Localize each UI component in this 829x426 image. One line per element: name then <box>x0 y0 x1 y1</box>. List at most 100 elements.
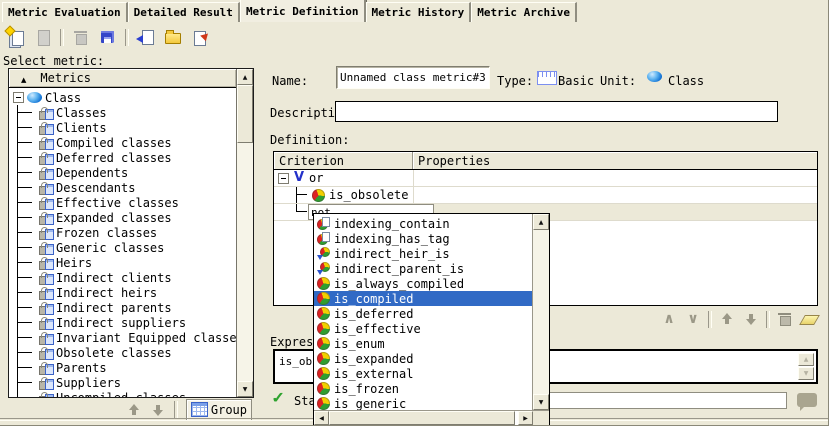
locked-metric-icon <box>39 316 54 329</box>
tree-scrollbar[interactable] <box>236 69 253 397</box>
criterion-option-label: indexing_has_tag <box>334 232 450 246</box>
move-down-icon[interactable] <box>742 310 760 328</box>
class-unit-icon <box>647 71 662 82</box>
criterion-option[interactable]: is_expanded <box>314 351 532 366</box>
scrollbar-thumb[interactable] <box>237 85 253 143</box>
dropdown-vscrollbar[interactable] <box>532 214 549 410</box>
move-up-icon[interactable] <box>718 310 736 328</box>
dropdown-hscrollbar[interactable] <box>314 411 533 425</box>
open-metric-file-icon[interactable] <box>163 27 183 47</box>
collapse-box-icon[interactable] <box>278 173 289 184</box>
criterion-row-is-obsolete[interactable]: is_obsolete <box>274 187 817 204</box>
group-grid-icon <box>191 402 208 417</box>
save-metric-icon[interactable] <box>98 27 118 47</box>
metric-tree-item[interactable]: Obsolete classes <box>9 345 236 360</box>
scroll-right-icon[interactable] <box>518 411 533 425</box>
metric-tree-root[interactable]: Class <box>9 90 236 105</box>
metric-tree-item[interactable]: Dependents <box>9 165 236 180</box>
metric-tree-item[interactable]: Compiled classes <box>9 135 236 150</box>
scrollbar-thumb[interactable] <box>329 411 515 425</box>
tab[interactable]: Metric Archive <box>471 2 577 22</box>
description-input[interactable] <box>335 101 778 122</box>
tab[interactable]: Metric History <box>366 2 472 22</box>
criterion-option[interactable]: is_external <box>314 366 532 381</box>
new-metric-icon[interactable] <box>6 27 26 47</box>
criterion-option-label: is_enum <box>334 337 385 351</box>
criterion-option[interactable]: is_generic <box>314 396 532 410</box>
metric-tree-item-label: Compiled classes <box>56 136 172 150</box>
scroll-down-icon[interactable] <box>237 381 253 397</box>
tab[interactable]: Metric Definition <box>240 0 366 22</box>
metric-tree-item[interactable]: Suppliers <box>9 375 236 390</box>
metric-tree-panel: Metrics Class Classes <box>8 68 254 398</box>
scroll-up-icon[interactable] <box>533 214 549 230</box>
scroll-left-icon[interactable] <box>314 411 329 425</box>
metric-tree-item[interactable]: Clients <box>9 120 236 135</box>
scrollbar-track[interactable] <box>237 143 253 381</box>
metric-tree-item[interactable]: Frozen classes <box>9 225 236 240</box>
criterion-option[interactable]: indexing_has_tag <box>314 231 532 246</box>
tab[interactable]: Detailed Result <box>128 2 240 22</box>
copy-metric-icon[interactable] <box>33 27 53 47</box>
scroll-down-icon[interactable] <box>798 367 814 380</box>
metric-tree-item[interactable]: Uncompiled classes <box>9 390 236 397</box>
metric-tree-item[interactable]: Indirect suppliers <box>9 315 236 330</box>
reload-definition-icon[interactable] <box>136 27 156 47</box>
collapse-box-icon[interactable] <box>13 92 24 103</box>
criterion-option[interactable]: indirect_heir_is <box>314 246 532 261</box>
locked-metric-icon <box>39 391 54 397</box>
criterion-row-label: or <box>309 171 323 185</box>
tab[interactable]: Metric Evaluation <box>2 2 128 22</box>
scroll-down-icon[interactable] <box>533 394 549 410</box>
metric-tree-item[interactable]: Generic classes <box>9 240 236 255</box>
metric-tree-item[interactable]: Deferred classes <box>9 150 236 165</box>
criterion-option[interactable]: is_enum <box>314 336 532 351</box>
erase-criterion-icon[interactable] <box>800 310 818 328</box>
or-criterion-icon[interactable] <box>684 310 702 328</box>
metric-tree-item[interactable]: Expanded classes <box>9 210 236 225</box>
tree-connector <box>9 210 39 225</box>
criterion-column-header[interactable]: Criterion <box>274 152 413 169</box>
metric-tree-item[interactable]: Descendants <box>9 180 236 195</box>
move-up-icon[interactable] <box>126 402 142 418</box>
metric-tree-item[interactable]: Heirs <box>9 255 236 270</box>
scrollbar-track[interactable] <box>533 230 549 394</box>
locked-metric-icon <box>39 331 54 344</box>
criterion-icon <box>317 352 330 365</box>
metric-tree-item-label: Indirect parents <box>56 301 172 315</box>
criterion-pie-icon <box>312 189 325 202</box>
metric-tree-item[interactable]: Classes <box>9 105 236 120</box>
criterion-icon <box>317 307 330 320</box>
delete-criterion-icon[interactable] <box>776 310 794 328</box>
criterion-option-label: is_external <box>334 367 413 381</box>
criterion-row-or[interactable]: or <box>274 170 817 187</box>
scroll-up-icon[interactable] <box>798 353 814 366</box>
criterion-option[interactable]: is_compiled <box>314 291 532 306</box>
metric-tree-item[interactable]: Invariant Equipped classes <box>9 330 236 345</box>
criterion-option[interactable]: is_frozen <box>314 381 532 396</box>
metric-tree-item[interactable]: Indirect heirs <box>9 285 236 300</box>
criterion-option[interactable]: is_effective <box>314 321 532 336</box>
scroll-up-icon[interactable] <box>237 69 253 85</box>
delete-metric-icon[interactable] <box>71 27 91 47</box>
metric-tree-item[interactable]: Indirect parents <box>9 300 236 315</box>
properties-column-header[interactable]: Properties <box>413 152 817 169</box>
import-metrics-icon[interactable] <box>190 27 210 47</box>
and-criterion-icon[interactable] <box>660 310 678 328</box>
metric-tree-item[interactable]: Indirect clients <box>9 270 236 285</box>
metric-tree-item-label: Invariant Equipped classes <box>56 331 236 345</box>
criterion-option[interactable]: is_deferred <box>314 306 532 321</box>
metric-tree-item[interactable]: Parents <box>9 360 236 375</box>
locked-metric-icon <box>39 166 54 179</box>
metrics-column-header[interactable]: Metrics <box>9 69 236 88</box>
metric-order-controls: Group <box>8 399 254 420</box>
move-down-icon[interactable] <box>150 402 166 418</box>
name-input[interactable] <box>336 66 490 89</box>
criterion-icon <box>317 322 330 335</box>
criterion-option[interactable]: is_always_compiled <box>314 276 532 291</box>
criterion-option[interactable]: indexing_contain <box>314 216 532 231</box>
criterion-option[interactable]: indirect_parent_is <box>314 261 532 276</box>
tree-connector <box>9 315 39 330</box>
metric-tree-item[interactable]: Effective classes <box>9 195 236 210</box>
criterion-option-label: indirect_heir_is <box>334 247 450 261</box>
